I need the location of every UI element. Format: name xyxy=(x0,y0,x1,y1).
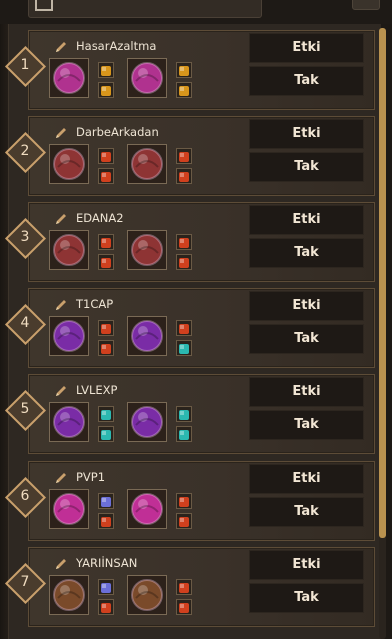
set-number: 3 xyxy=(20,229,30,245)
set-row: 4 T1CAP Etki Tak xyxy=(4,288,375,368)
stone-slot-1[interactable] xyxy=(98,406,114,422)
stone-slot-2[interactable] xyxy=(98,254,114,270)
stone-slot-2[interactable] xyxy=(98,513,114,529)
set-name: T1CAP xyxy=(76,297,114,311)
set-number: 7 xyxy=(20,574,30,590)
set-row: 6 PVP1 Etki Tak xyxy=(4,461,375,541)
stone-slot-4[interactable] xyxy=(176,513,192,529)
stone-slot-3[interactable] xyxy=(176,320,192,336)
stone-slot-3[interactable] xyxy=(176,579,192,595)
tray-icon xyxy=(35,0,53,11)
item-slot-2[interactable] xyxy=(127,489,167,529)
tak-button[interactable]: Tak xyxy=(249,324,364,354)
etki-button[interactable]: Etki xyxy=(249,550,364,580)
set-name: HasarAzaltma xyxy=(76,39,157,53)
tak-button[interactable]: Tak xyxy=(249,583,364,613)
stone-slot-3[interactable] xyxy=(176,148,192,164)
item-slot-2[interactable] xyxy=(127,144,167,184)
tak-button[interactable]: Tak xyxy=(249,66,364,96)
item-slot-1[interactable] xyxy=(49,489,89,529)
stone-slot-2[interactable] xyxy=(98,599,114,615)
set-name: LVLEXP xyxy=(76,383,118,397)
stone-slot-2[interactable] xyxy=(98,340,114,356)
stone-slot-1[interactable] xyxy=(98,234,114,250)
pencil-icon[interactable] xyxy=(54,211,68,225)
tak-button[interactable]: Tak xyxy=(249,152,364,182)
item-slot-1[interactable] xyxy=(49,402,89,442)
pencil-icon[interactable] xyxy=(54,470,68,484)
stone-slot-3[interactable] xyxy=(176,62,192,78)
set-row: 5 LVLEXP Etki Tak xyxy=(4,374,375,454)
stone-slot-4[interactable] xyxy=(176,168,192,184)
pencil-icon[interactable] xyxy=(54,39,68,53)
stone-slot-1[interactable] xyxy=(98,320,114,336)
set-number: 6 xyxy=(20,488,30,504)
tak-button[interactable]: Tak xyxy=(249,497,364,527)
etki-button[interactable]: Etki xyxy=(249,291,364,321)
set-number: 2 xyxy=(20,143,30,159)
stone-slot-3[interactable] xyxy=(176,234,192,250)
etki-button[interactable]: Etki xyxy=(249,33,364,63)
stone-slot-3[interactable] xyxy=(176,406,192,422)
corner-button[interactable] xyxy=(352,0,380,10)
stone-slot-3[interactable] xyxy=(176,493,192,509)
stone-slot-1[interactable] xyxy=(98,579,114,595)
item-slot-2[interactable] xyxy=(127,575,167,615)
etki-button[interactable]: Etki xyxy=(249,377,364,407)
item-slot-1[interactable] xyxy=(49,316,89,356)
stone-slot-4[interactable] xyxy=(176,254,192,270)
item-slot-1[interactable] xyxy=(49,144,89,184)
item-slot-2[interactable] xyxy=(127,316,167,356)
scrollbar[interactable] xyxy=(379,28,386,639)
pencil-icon[interactable] xyxy=(54,556,68,570)
etki-button[interactable]: Etki xyxy=(249,464,364,494)
item-slot-1[interactable] xyxy=(49,575,89,615)
set-name: YARIİNSAN xyxy=(76,556,138,570)
stone-slot-4[interactable] xyxy=(176,599,192,615)
set-row: 1 HasarAzaltma Etki Tak xyxy=(4,30,375,110)
stone-slot-1[interactable] xyxy=(98,493,114,509)
set-row: 7 YARIİNSAN Etki Tak xyxy=(4,547,375,627)
set-row: 3 EDANA2 Etki Tak xyxy=(4,202,375,282)
set-name: PVP1 xyxy=(76,470,106,484)
etki-button[interactable]: Etki xyxy=(249,205,364,235)
stone-slot-2[interactable] xyxy=(98,168,114,184)
tak-button[interactable]: Tak xyxy=(249,410,364,440)
stone-slot-4[interactable] xyxy=(176,340,192,356)
item-slot-2[interactable] xyxy=(127,230,167,270)
top-bar xyxy=(0,0,392,24)
pencil-icon[interactable] xyxy=(54,383,68,397)
set-name: EDANA2 xyxy=(76,211,124,225)
tak-button[interactable]: Tak xyxy=(249,238,364,268)
set-number: 4 xyxy=(20,315,30,331)
stone-slot-4[interactable] xyxy=(176,426,192,442)
pencil-icon[interactable] xyxy=(54,297,68,311)
set-number: 1 xyxy=(20,57,30,73)
item-slot-2[interactable] xyxy=(127,402,167,442)
pencil-icon[interactable] xyxy=(54,125,68,139)
set-name: DarbeArkadan xyxy=(76,125,159,139)
stone-slot-2[interactable] xyxy=(98,426,114,442)
item-slot-2[interactable] xyxy=(127,58,167,98)
scrollbar-thumb[interactable] xyxy=(379,28,386,538)
stone-slot-1[interactable] xyxy=(98,62,114,78)
set-row: 2 DarbeArkadan Etki Tak xyxy=(4,116,375,196)
etki-button[interactable]: Etki xyxy=(249,119,364,149)
stone-slot-2[interactable] xyxy=(98,82,114,98)
stone-slot-4[interactable] xyxy=(176,82,192,98)
set-number: 5 xyxy=(20,401,30,417)
stone-slot-1[interactable] xyxy=(98,148,114,164)
top-tab[interactable] xyxy=(28,0,262,18)
item-slot-1[interactable] xyxy=(49,230,89,270)
item-slot-1[interactable] xyxy=(49,58,89,98)
